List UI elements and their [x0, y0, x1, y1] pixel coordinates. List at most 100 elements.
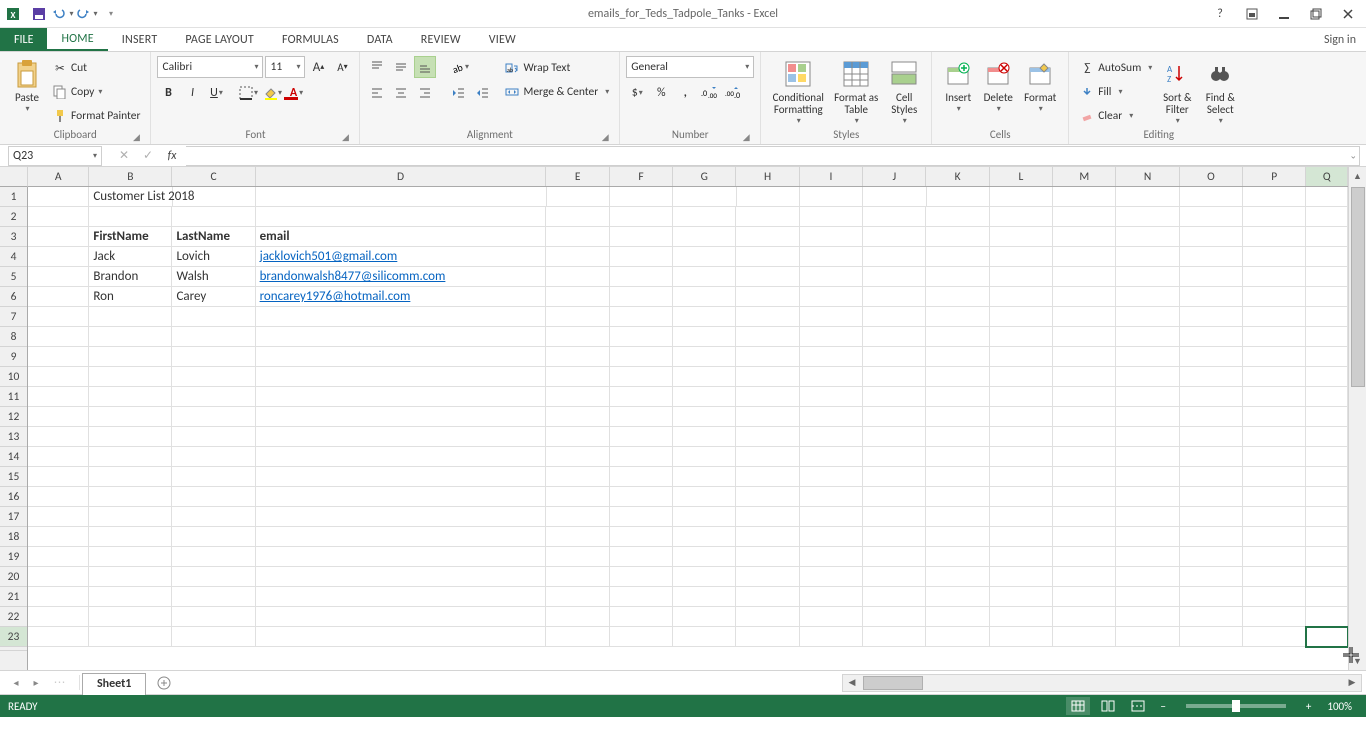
cell[interactable]	[28, 407, 89, 427]
cell[interactable]	[1243, 567, 1306, 587]
cancel-formula-button[interactable]: ✕	[112, 146, 136, 166]
cell[interactable]	[736, 347, 799, 367]
cell[interactable]	[546, 527, 609, 547]
cell[interactable]	[1180, 407, 1243, 427]
column-headers[interactable]: ABCDEFGHIJKLMNOPQ	[28, 167, 1348, 187]
cell[interactable]	[1116, 547, 1179, 567]
cell[interactable]	[89, 327, 172, 347]
scroll-up-button[interactable]: ▲	[1349, 167, 1366, 185]
cell[interactable]	[1306, 207, 1348, 227]
cell[interactable]	[546, 467, 609, 487]
column-header[interactable]: D	[256, 167, 547, 186]
cell[interactable]	[546, 267, 609, 287]
cell[interactable]	[863, 487, 926, 507]
align-right-icon[interactable]	[414, 82, 436, 104]
cell[interactable]	[736, 307, 799, 327]
cell[interactable]	[736, 287, 799, 307]
cell[interactable]	[736, 327, 799, 347]
cell[interactable]	[1243, 427, 1306, 447]
column-header[interactable]: J	[863, 167, 926, 186]
cell[interactable]	[990, 367, 1053, 387]
column-header[interactable]: L	[990, 167, 1053, 186]
cell[interactable]	[89, 367, 172, 387]
cell[interactable]	[673, 327, 736, 347]
format-cells-button[interactable]: Format▾	[1018, 56, 1062, 128]
cell[interactable]	[256, 327, 547, 347]
sheet-nav-prev-icon[interactable]: ▸	[33, 676, 38, 689]
cell[interactable]	[926, 307, 989, 327]
cell[interactable]	[173, 187, 256, 207]
select-all-corner[interactable]	[0, 167, 28, 187]
cell[interactable]	[1306, 267, 1348, 287]
restore-button[interactable]	[1304, 4, 1328, 24]
cell[interactable]	[863, 287, 926, 307]
cell[interactable]	[1053, 427, 1116, 447]
cell[interactable]	[990, 427, 1053, 447]
column-header[interactable]: E	[546, 167, 609, 186]
cell[interactable]	[28, 547, 89, 567]
cell[interactable]	[1243, 387, 1306, 407]
cell[interactable]	[28, 427, 89, 447]
cell[interactable]	[1053, 387, 1116, 407]
cell[interactable]	[1180, 447, 1243, 467]
cell[interactable]	[863, 387, 926, 407]
cell[interactable]	[736, 567, 799, 587]
cell[interactable]: Customer List 2018	[89, 187, 173, 207]
cell[interactable]	[1053, 487, 1116, 507]
cell[interactable]	[673, 547, 736, 567]
clipboard-dialog-launcher[interactable]: ◢	[130, 131, 142, 143]
cell[interactable]	[89, 487, 172, 507]
cell[interactable]	[990, 227, 1053, 247]
row-header[interactable]: 5	[0, 267, 27, 287]
cell[interactable]	[926, 627, 989, 647]
cell[interactable]	[926, 407, 989, 427]
cell[interactable]	[673, 587, 736, 607]
comma-format-icon[interactable]: ,	[674, 82, 696, 104]
cell[interactable]	[89, 507, 172, 527]
scroll-down-button[interactable]: ▼	[1349, 652, 1366, 670]
cell[interactable]	[673, 487, 736, 507]
cell[interactable]	[89, 407, 172, 427]
cell[interactable]	[1180, 627, 1243, 647]
cell[interactable]	[800, 587, 863, 607]
cell[interactable]	[800, 387, 863, 407]
zoom-out-button[interactable]: −	[1156, 700, 1169, 713]
cell[interactable]	[28, 307, 89, 327]
cell[interactable]	[1306, 587, 1348, 607]
cell[interactable]	[1306, 507, 1348, 527]
cell[interactable]	[610, 287, 673, 307]
column-header[interactable]: N	[1116, 167, 1179, 186]
cell[interactable]: Walsh	[172, 267, 255, 287]
cell[interactable]: Jack	[89, 247, 172, 267]
zoom-in-button[interactable]: +	[1302, 700, 1315, 713]
cell[interactable]	[256, 347, 547, 367]
cell[interactable]	[1053, 567, 1116, 587]
cell[interactable]	[1116, 187, 1179, 207]
cell[interactable]	[863, 447, 926, 467]
cell[interactable]	[1243, 187, 1306, 207]
cell[interactable]	[172, 367, 255, 387]
cell[interactable]	[673, 287, 736, 307]
cell[interactable]	[1306, 227, 1348, 247]
align-center-icon[interactable]	[390, 82, 412, 104]
cell[interactable]	[990, 347, 1053, 367]
cell[interactable]	[990, 287, 1053, 307]
cell[interactable]	[1306, 487, 1348, 507]
cell[interactable]	[736, 627, 799, 647]
cell[interactable]	[1053, 587, 1116, 607]
insert-cells-button[interactable]: Insert▾	[938, 56, 978, 128]
row-header[interactable]: 11	[0, 387, 27, 407]
cell[interactable]	[1306, 247, 1348, 267]
vertical-scroll-thumb[interactable]	[1351, 187, 1365, 387]
cell[interactable]	[28, 607, 89, 627]
cell[interactable]	[610, 367, 673, 387]
cell[interactable]	[28, 207, 89, 227]
accounting-format-icon[interactable]: $▾	[626, 82, 648, 104]
cell[interactable]	[673, 387, 736, 407]
row-header[interactable]: 13	[0, 427, 27, 447]
cell[interactable]	[546, 507, 609, 527]
row-header[interactable]: 12	[0, 407, 27, 427]
number-format-select[interactable]: General▾	[626, 56, 754, 78]
font-name-select[interactable]: Calibri▾	[157, 56, 263, 78]
cell[interactable]	[800, 607, 863, 627]
